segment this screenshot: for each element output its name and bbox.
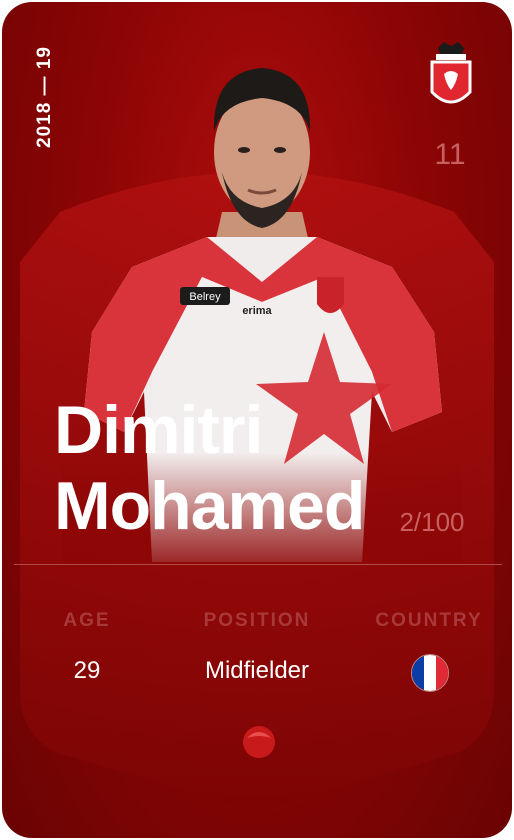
club-badge-icon [430,42,472,104]
player-card[interactable]: Belrey erima 2018 — 19 11 Dimitri Mohame… [2,2,512,838]
position-value: Midfielder [204,657,310,684]
svg-text:Belrey: Belrey [189,291,221,303]
position-label: POSITION [203,610,311,631]
svg-text:erima: erima [242,305,272,317]
card-serial-number: 2/100 [399,507,465,537]
france-flag-icon [411,654,449,692]
season-label: 2018 — 19 [34,46,55,148]
divider [14,564,502,565]
player-first-name: Dimitri [54,392,263,468]
sorare-logo-icon [243,726,275,758]
player-name: Dimitri Mohamed [54,392,394,544]
shirt-number: 11 [434,138,466,171]
age-value: 29 [73,657,101,684]
player-last-name: Mohamed [54,468,365,544]
country-label: COUNTRY [375,610,483,631]
age-label: AGE [63,610,111,631]
